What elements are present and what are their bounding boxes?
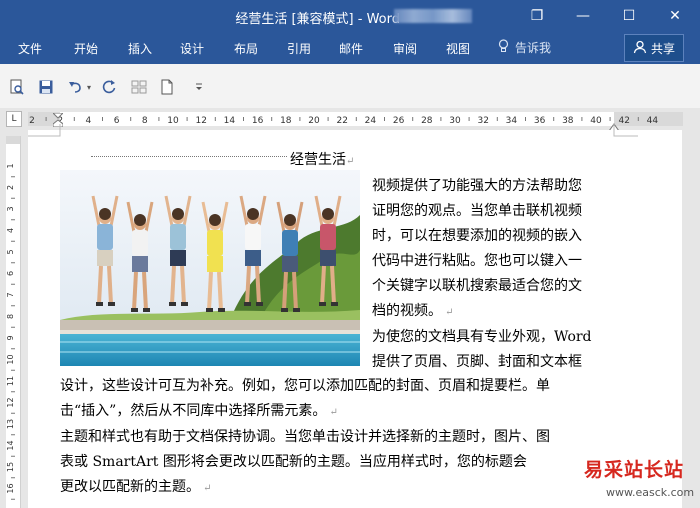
site-watermark-url: www.easck.com (606, 486, 695, 499)
tab-references[interactable]: 引用 (287, 40, 311, 57)
minimize-icon: — (576, 8, 590, 24)
tab-design[interactable]: 设计 (180, 40, 204, 57)
vertical-ruler-tick-label: 9 (6, 335, 15, 340)
layout-icon[interactable] (130, 78, 148, 96)
vertical-ruler-tick-label: 14 (6, 440, 15, 450)
share-label: 共享 (650, 41, 675, 56)
tab-file[interactable]: 文件 (18, 40, 42, 57)
text-line: 视频提供了功能强大的方法帮助您 (372, 178, 582, 194)
vertical-ruler-tick-label: 16 (6, 483, 15, 493)
ribbon-display-icon: ❐ (530, 8, 544, 24)
maximize-button[interactable]: ☐ (606, 0, 652, 32)
vertical-scrollbar[interactable] (682, 130, 700, 508)
right-column-text[interactable]: 视频提供了功能强大的方法帮助您 证明您的观点。当您单击联机视频 时，可以在想要添… (372, 174, 617, 375)
share-button[interactable]: 共享 (624, 34, 684, 62)
maximize-icon: ☐ (622, 8, 636, 24)
minimize-button[interactable]: — (560, 0, 606, 32)
group-jumping-photo[interactable] (60, 170, 360, 366)
text-line: 个关键字以联机搜索最适合您的文 (372, 278, 582, 294)
new-document-icon[interactable] (158, 78, 176, 96)
text-line: 提供了页眉、页脚、封面和文本框 (372, 354, 582, 370)
full-width-text[interactable]: 设计，这些设计可互为补充。例如，您可以添加匹配的封面、页眉和提要栏。单 击“插入… (60, 374, 620, 501)
vertical-ruler-tick-label: 1 (6, 163, 15, 168)
vertical-ruler[interactable]: 1 2 3 4 5 6 7 8 9 10 11 12 13 14 15 16 (6, 136, 21, 508)
vertical-ruler-tick-label: 13 (6, 419, 15, 429)
vertical-ruler-tick-label: 3 (6, 206, 15, 211)
customize-icon[interactable] (190, 78, 208, 96)
tell-me-search[interactable]: 告诉我 (498, 39, 551, 56)
vertical-ruler-tick-label: 6 (6, 271, 15, 276)
redo-icon[interactable] (100, 78, 118, 96)
text-line-end: 更改以匹配新的主题。 ↵ (60, 479, 212, 495)
title-bar: 经营生活 [兼容模式] - Word ❐ — ☐ ✕ (0, 0, 700, 32)
ribbon-display-options-button[interactable]: ❐ (514, 0, 560, 32)
close-button[interactable]: ✕ (652, 0, 698, 32)
vertical-ruler-tick-label: 5 (6, 249, 15, 254)
person-icon (633, 40, 647, 57)
print-preview-icon[interactable] (8, 78, 26, 96)
text-line: 设计，这些设计可互为补充。例如，您可以添加匹配的封面、页眉和提要栏。单 (60, 378, 550, 394)
site-watermark-logo: 易采站长站 (584, 459, 685, 481)
vertical-ruler-tick-label: 15 (6, 462, 15, 472)
text-line: 为使您的文档具有专业外观，Word (372, 329, 592, 345)
tab-mailings[interactable]: 邮件 (339, 40, 363, 57)
save-icon[interactable] (37, 78, 55, 96)
vertical-ruler-tick-label: 7 (6, 292, 15, 297)
ribbon-tabs: 文件 开始 插入 设计 布局 引用 邮件 审阅 视图 告诉我 共享 (0, 32, 700, 64)
text-line: 代码中进行粘贴。您也可以键入一 (372, 253, 582, 269)
tab-review[interactable]: 审阅 (393, 40, 417, 57)
document-page[interactable]: 经营生活↵ 视频提供了功能强大的方法帮助您 证明您的观点。当您单击联机视频 时，… (28, 124, 682, 508)
document-title[interactable]: 经营生活↵ (290, 149, 354, 169)
vertical-ruler-tick-label: 11 (6, 376, 15, 386)
tab-selector[interactable]: L (6, 111, 22, 127)
text-line: 主题和样式也有助于文档保持协调。当您单击设计并选择新的主题时，图片、图 (60, 429, 550, 445)
tab-insert[interactable]: 插入 (128, 40, 152, 57)
tell-me-label: 告诉我 (515, 41, 552, 55)
quick-access-toolbar: ▾ (0, 64, 700, 109)
tab-layout[interactable]: 布局 (234, 40, 258, 57)
window-title: 经营生活 [兼容模式] - Word (235, 12, 400, 27)
tab-view[interactable]: 视图 (446, 40, 470, 57)
vertical-ruler-tick-label: 2 (6, 185, 15, 190)
text-line: 证明您的观点。当您单击联机视频 (372, 203, 582, 219)
close-icon: ✕ (669, 8, 681, 24)
blurred-account-name (394, 9, 472, 23)
text-line: 表或 SmartArt 图形将会更改以匹配新的主题。当应用样式时，您的标题会 (60, 454, 527, 470)
vertical-ruler-tick-label: 10 (6, 354, 15, 364)
photo-illustration (60, 170, 360, 366)
undo-dropdown-icon[interactable]: ▾ (84, 78, 94, 96)
vertical-ruler-tick-label: 12 (6, 397, 15, 407)
vertical-ruler-tick-label: 4 (6, 228, 15, 233)
title-dotted-leader (91, 156, 287, 157)
undo-icon[interactable] (66, 78, 84, 96)
text-line-end: 档的视频。 ↵ (372, 303, 454, 319)
tab-home[interactable]: 开始 (74, 40, 98, 57)
text-line: 时，可以在想要添加的视频的嵌入 (372, 228, 582, 244)
page-crop-marks (28, 124, 638, 137)
vertical-ruler-tick-label: 8 (6, 314, 15, 319)
lightbulb-icon (498, 39, 509, 56)
text-line-end: 击“插入”，然后从不同库中选择所需元素。 ↵ (60, 403, 338, 419)
vertical-ruler-ticks: 12345678910111213141516 (6, 163, 15, 500)
